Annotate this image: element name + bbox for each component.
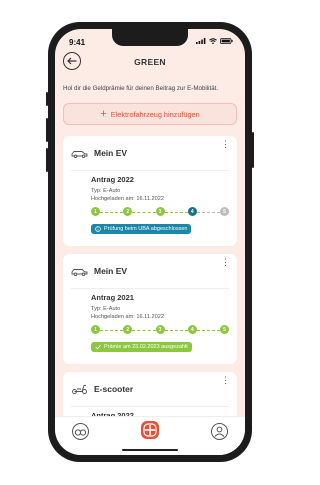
progress-step: 1 — [91, 207, 100, 216]
vehicle-type: Typ: E-Auto — [91, 188, 121, 194]
status-badge-label: Prämie am 23.02.2023 ausgezahlt — [104, 344, 188, 350]
status-badge: Prämie am 23.02.2023 ausgezahlt — [91, 342, 192, 352]
step-connector — [196, 211, 220, 214]
app-screen: 9:41 GREEN Hol dir die Geldprämie für de… — [55, 29, 245, 455]
scooter-icon — [72, 385, 87, 394]
vehicle-name: Mein EV — [94, 266, 128, 276]
wifi-icon — [209, 38, 217, 44]
notch — [112, 29, 188, 46]
phone-side-button — [46, 118, 48, 142]
header: GREEN — [55, 51, 245, 75]
progress-step: 3 — [155, 325, 165, 334]
application-year: Antrag 2022 — [91, 175, 134, 184]
progress-step: 2 — [123, 325, 133, 334]
status-badge: Prüfung beim UBA abgeschlossen — [91, 224, 192, 234]
signal-icon — [196, 38, 206, 44]
intro-text: Hol dir die Geldprämie für deinen Beitra… — [63, 85, 219, 92]
progress-step: 1 — [91, 325, 100, 334]
phone-side-button — [252, 132, 254, 168]
plus-icon: + — [100, 108, 107, 120]
phone-side-button — [46, 92, 48, 106]
card-header: Mein EV — [71, 148, 127, 158]
vehicle-type: Typ: E-Auto — [91, 306, 121, 312]
check-icon — [95, 345, 101, 350]
add-vehicle-button[interactable]: + Elektrofahrzeug hinzufügen — [63, 103, 237, 125]
vehicle-name: E-scooter — [94, 384, 134, 394]
car-icon — [71, 268, 88, 276]
step-connector — [164, 211, 188, 214]
tab-bar — [55, 416, 245, 455]
progress-step: 4 — [187, 207, 197, 216]
card-divider — [71, 288, 229, 290]
progress-steps: 1 2 3 4 5 — [91, 325, 229, 335]
application-year: Antrag 2021 — [91, 293, 134, 302]
progress-step: 5 — [220, 207, 229, 216]
home-indicator — [122, 449, 178, 451]
app-logo-icon[interactable] — [141, 421, 159, 439]
page-title: GREEN — [134, 57, 166, 67]
progress-step: 4 — [187, 325, 197, 334]
progress-steps: 1 2 3 4 5 — [91, 207, 229, 217]
step-connector — [132, 211, 156, 214]
bike-icon[interactable] — [72, 423, 89, 440]
car-icon — [71, 150, 88, 158]
vehicle-card[interactable]: Mein EV ⋮ Antrag 2021 Typ: E-Auto Hochge… — [63, 254, 237, 364]
vehicle-card[interactable]: Mein EV ⋮ Antrag 2022 Typ: E-Auto Hochge… — [63, 136, 237, 246]
card-divider — [71, 406, 229, 408]
upload-date: Hochgeladen am: 16.11.2022 — [91, 196, 164, 202]
step-connector — [164, 329, 188, 332]
more-options-icon[interactable]: ⋮ — [221, 376, 230, 385]
info-icon — [95, 226, 101, 232]
more-options-icon[interactable]: ⋮ — [221, 258, 230, 267]
step-connector — [100, 329, 124, 332]
status-badge-label: Prüfung beim UBA abgeschlossen — [104, 226, 188, 232]
battery-icon — [220, 38, 233, 44]
progress-step: 3 — [155, 207, 165, 216]
vehicle-name: Mein EV — [94, 148, 128, 158]
card-header: E-scooter — [71, 384, 133, 394]
upload-date: Hochgeladen am: 16.11.2022 — [91, 314, 164, 320]
more-options-icon[interactable]: ⋮ — [221, 140, 230, 149]
progress-step: 2 — [123, 207, 133, 216]
progress-step: 5 — [220, 325, 229, 334]
step-connector — [132, 329, 156, 332]
status-time: 9:41 — [69, 38, 86, 47]
card-divider — [71, 170, 229, 172]
card-header: Mein EV — [71, 266, 127, 276]
profile-icon[interactable] — [211, 423, 228, 440]
phone-side-button — [46, 148, 48, 172]
add-vehicle-label: Elektrofahrzeug hinzufügen — [110, 109, 200, 119]
status-icons — [196, 38, 233, 44]
step-connector — [100, 211, 124, 214]
step-connector — [196, 329, 220, 332]
